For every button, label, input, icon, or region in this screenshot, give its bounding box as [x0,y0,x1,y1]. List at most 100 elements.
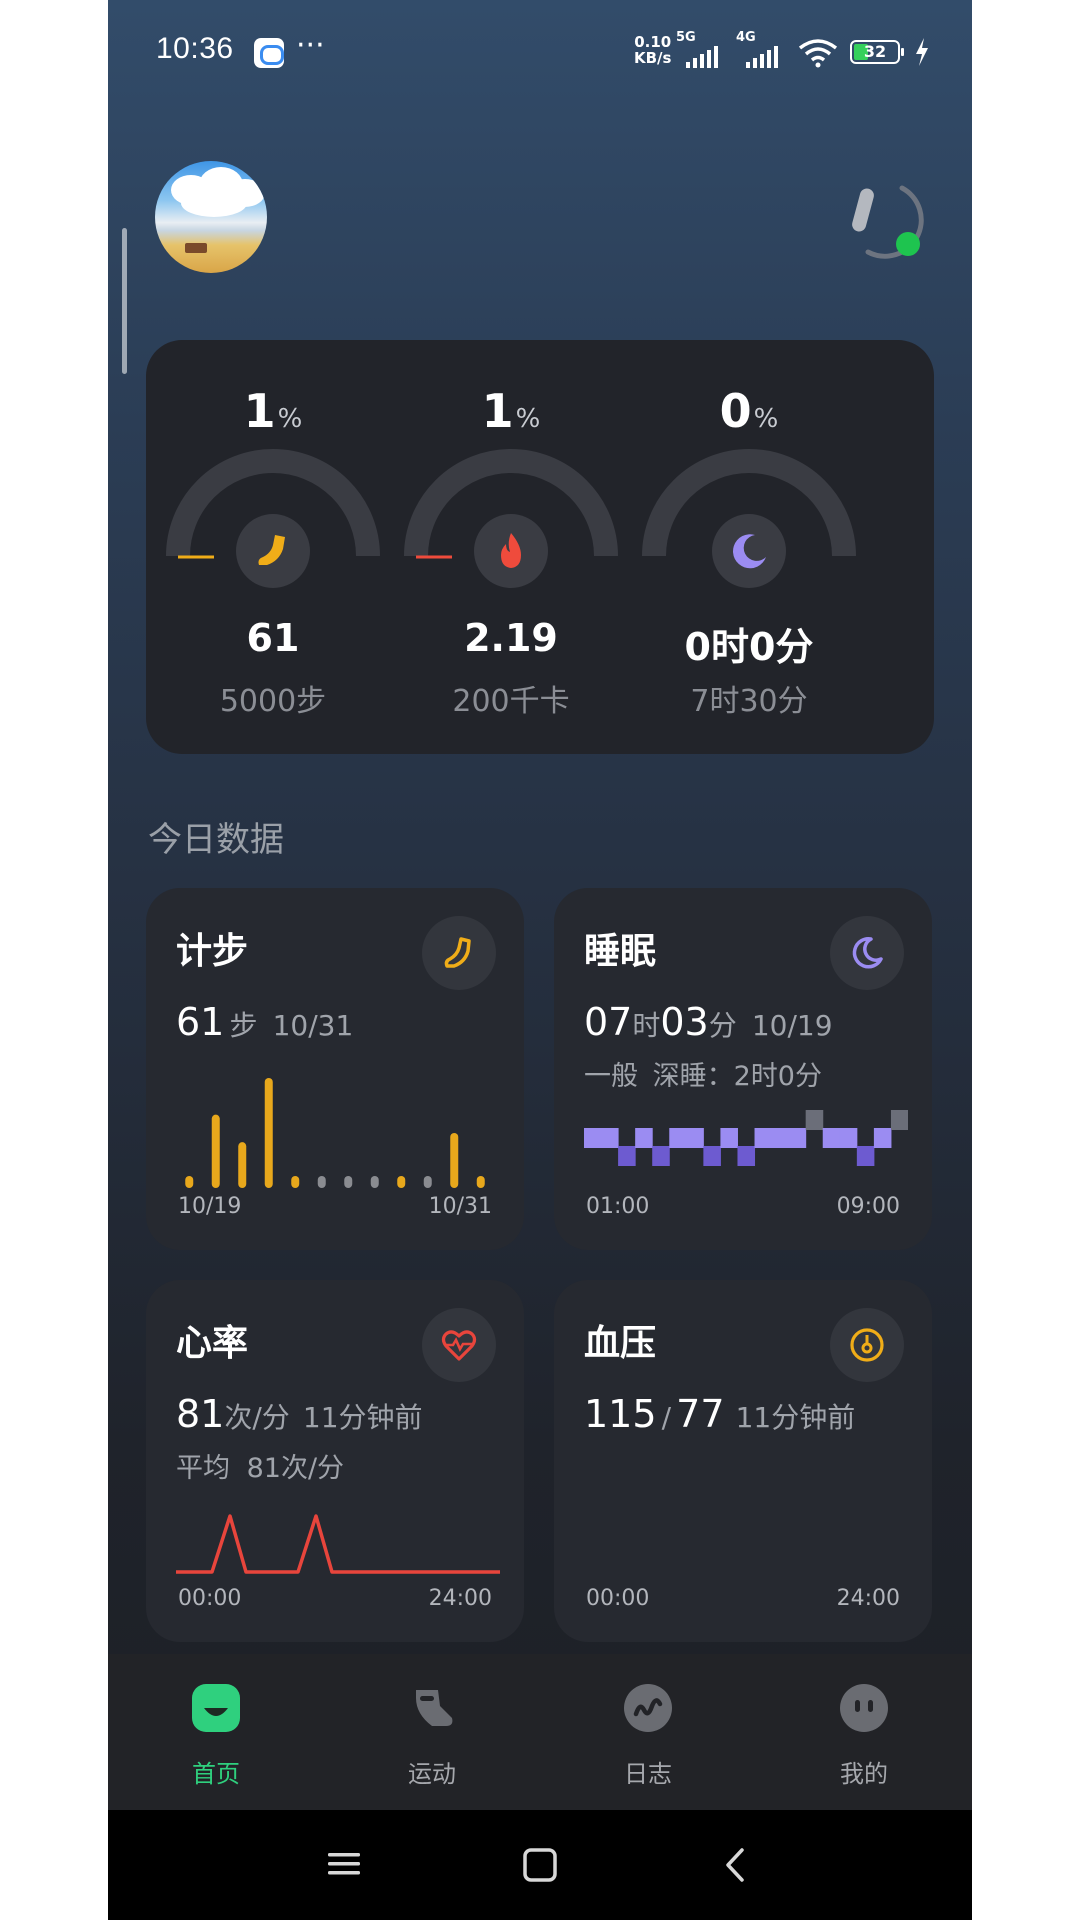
sleep-stage-segment [856,1146,875,1166]
charging-icon [916,38,928,66]
deep-sleep-value: 2时0分 [733,1061,822,1092]
sleep-stage-segment [652,1146,670,1166]
sleep-hours-unit: 时 [632,1009,661,1042]
battery-level: 32 [863,42,887,61]
message-app-icon [254,38,284,68]
steps-bar [476,1176,485,1188]
nav-sport[interactable]: 运动 [324,1654,540,1810]
menu-icon[interactable] [326,1846,362,1882]
steps-bar [211,1114,220,1188]
sleep-stage-segment [805,1110,824,1130]
home-square-icon[interactable] [521,1846,559,1884]
sleep-quality: 一般 [584,1061,638,1092]
average-label: 平均 [176,1453,230,1484]
sleep-stage-segment [584,1128,602,1148]
calories-value: 2.19 [464,616,558,660]
shoe-icon [236,514,310,588]
steps-goal[interactable]: 1% 61 5000步 [158,340,388,754]
steps-bar [450,1133,459,1188]
steps-date: 10/31 [272,1009,354,1042]
network-speed: 0.10 KB/s [634,34,671,66]
sleep-card[interactable]: 睡眠 07时03分 10/19 一般 深睡：2时0分 01:00 09:00 [554,888,932,1250]
heart-rate-card[interactable]: 心率 81次/分 11分钟前 平均 81次/分 00:00 24:00 [146,1280,524,1642]
heart-rate-value: 81次/分 11分钟前 [176,1392,423,1436]
sleep-value: 0时0分 [684,625,814,669]
steps-bar [397,1176,406,1188]
bottom-nav: 首页 运动 日志 我的 [108,1654,972,1810]
steps-unit: 步 [229,1009,258,1042]
sleep-target: 7时30分 [690,684,808,719]
sport-shoe-icon [408,1684,456,1732]
avatar[interactable] [155,161,267,273]
heart-rate-card-title: 心率 [176,1323,249,1364]
moon-icon [712,514,786,588]
nav-profile[interactable]: 我的 [756,1654,972,1810]
status-time: 10:36 [156,32,234,65]
sim1-label: 5G [676,30,696,45]
steps-bar [370,1176,379,1188]
nav-home[interactable]: 首页 [108,1654,324,1810]
sleep-stage-chart [584,1110,908,1166]
sleep-stage-segment [737,1146,756,1166]
blood-pressure-ago: 11分钟前 [735,1401,856,1434]
moon-icon [830,916,904,990]
sleep-card-title: 睡眠 [584,931,657,972]
percent-unit: % [277,404,303,434]
deep-sleep-label: 深睡： [652,1061,734,1092]
steps-axis-end: 10/31 [428,1194,492,1219]
calories-goal[interactable]: 1% 2.19 200千卡 [396,340,626,754]
steps-bar [344,1176,353,1188]
blood-pressure-card-title: 血压 [584,1323,657,1364]
sleep-stage-segment [686,1128,704,1148]
calories-goal-percent: 1 [481,384,514,438]
steps-card[interactable]: 计步 61 步 10/31 10/19 10/31 [146,888,524,1250]
nav-sport-label: 运动 [408,1760,456,1788]
scroll-indicator[interactable] [122,228,127,374]
shoe-icon [422,916,496,990]
steps-bar [185,1176,194,1188]
heart-rate-bpm: 81 [176,1392,225,1436]
heart-axis-end: 24:00 [428,1586,492,1611]
device-sync-icon[interactable] [844,178,926,260]
sleep-stage-segment [720,1128,738,1148]
steps-bar [291,1176,300,1188]
status-bar: 10:36 ··· 0.10 KB/s 5G 4G 32 [108,28,972,76]
heart-rate-ago: 11分钟前 [302,1401,423,1434]
sleep-axis-start: 01:00 [586,1194,650,1219]
sleep-stage-segment [754,1128,773,1148]
blood-pressure-value: 115 / 77 11分钟前 [584,1392,855,1436]
sleep-axis-end: 09:00 [836,1194,900,1219]
steps-value: 61 [246,616,300,660]
back-icon[interactable] [720,1846,750,1884]
average-value: 81次/分 [246,1453,345,1484]
profile-icon [840,1684,888,1732]
section-title: 今日数据 [148,820,284,860]
daily-goals-card[interactable]: 1% 61 5000步 1% 2.19 200千卡 0% 0时0分 7时30分 [146,340,934,754]
steps-axis-start: 10/19 [178,1194,242,1219]
heart-axis-start: 00:00 [178,1586,242,1611]
sleep-stage-segment [839,1128,858,1148]
sleep-card-value: 07时03分 10/19 [584,1000,833,1044]
percent-unit: % [753,404,779,434]
sleep-goal[interactable]: 0% 0时0分 7时30分 [634,340,864,754]
sleep-stage-segment [601,1128,619,1148]
sleep-stage-segment [703,1146,721,1166]
sleep-goal-percent: 0 [719,384,752,438]
battery-icon: 32 [850,40,904,64]
sleep-minutes: 03 [660,1000,709,1044]
nav-profile-label: 我的 [840,1760,888,1788]
nav-log-label: 日志 [624,1760,672,1788]
more-notifications-indicator: ··· [296,28,325,63]
heart-rate-line-chart [176,1514,500,1574]
bp-axis-end: 24:00 [836,1586,900,1611]
steps-card-value: 61 步 10/31 [176,1000,353,1044]
sleep-hours: 07 [584,1000,633,1044]
sleep-stage-segment [669,1128,687,1148]
blood-pressure-card[interactable]: 血压 115 / 77 11分钟前 00:00 24:00 [554,1280,932,1642]
sim2-label: 4G [736,30,756,45]
nav-log[interactable]: 日志 [540,1654,756,1810]
heart-rate-average: 平均 81次/分 [176,1446,344,1485]
phone-screen: 10:36 ··· 0.10 KB/s 5G 4G 32 1% 61 5000步… [108,0,972,1920]
systolic-value: 115 [584,1392,657,1436]
sleep-date: 10/19 [751,1009,833,1042]
